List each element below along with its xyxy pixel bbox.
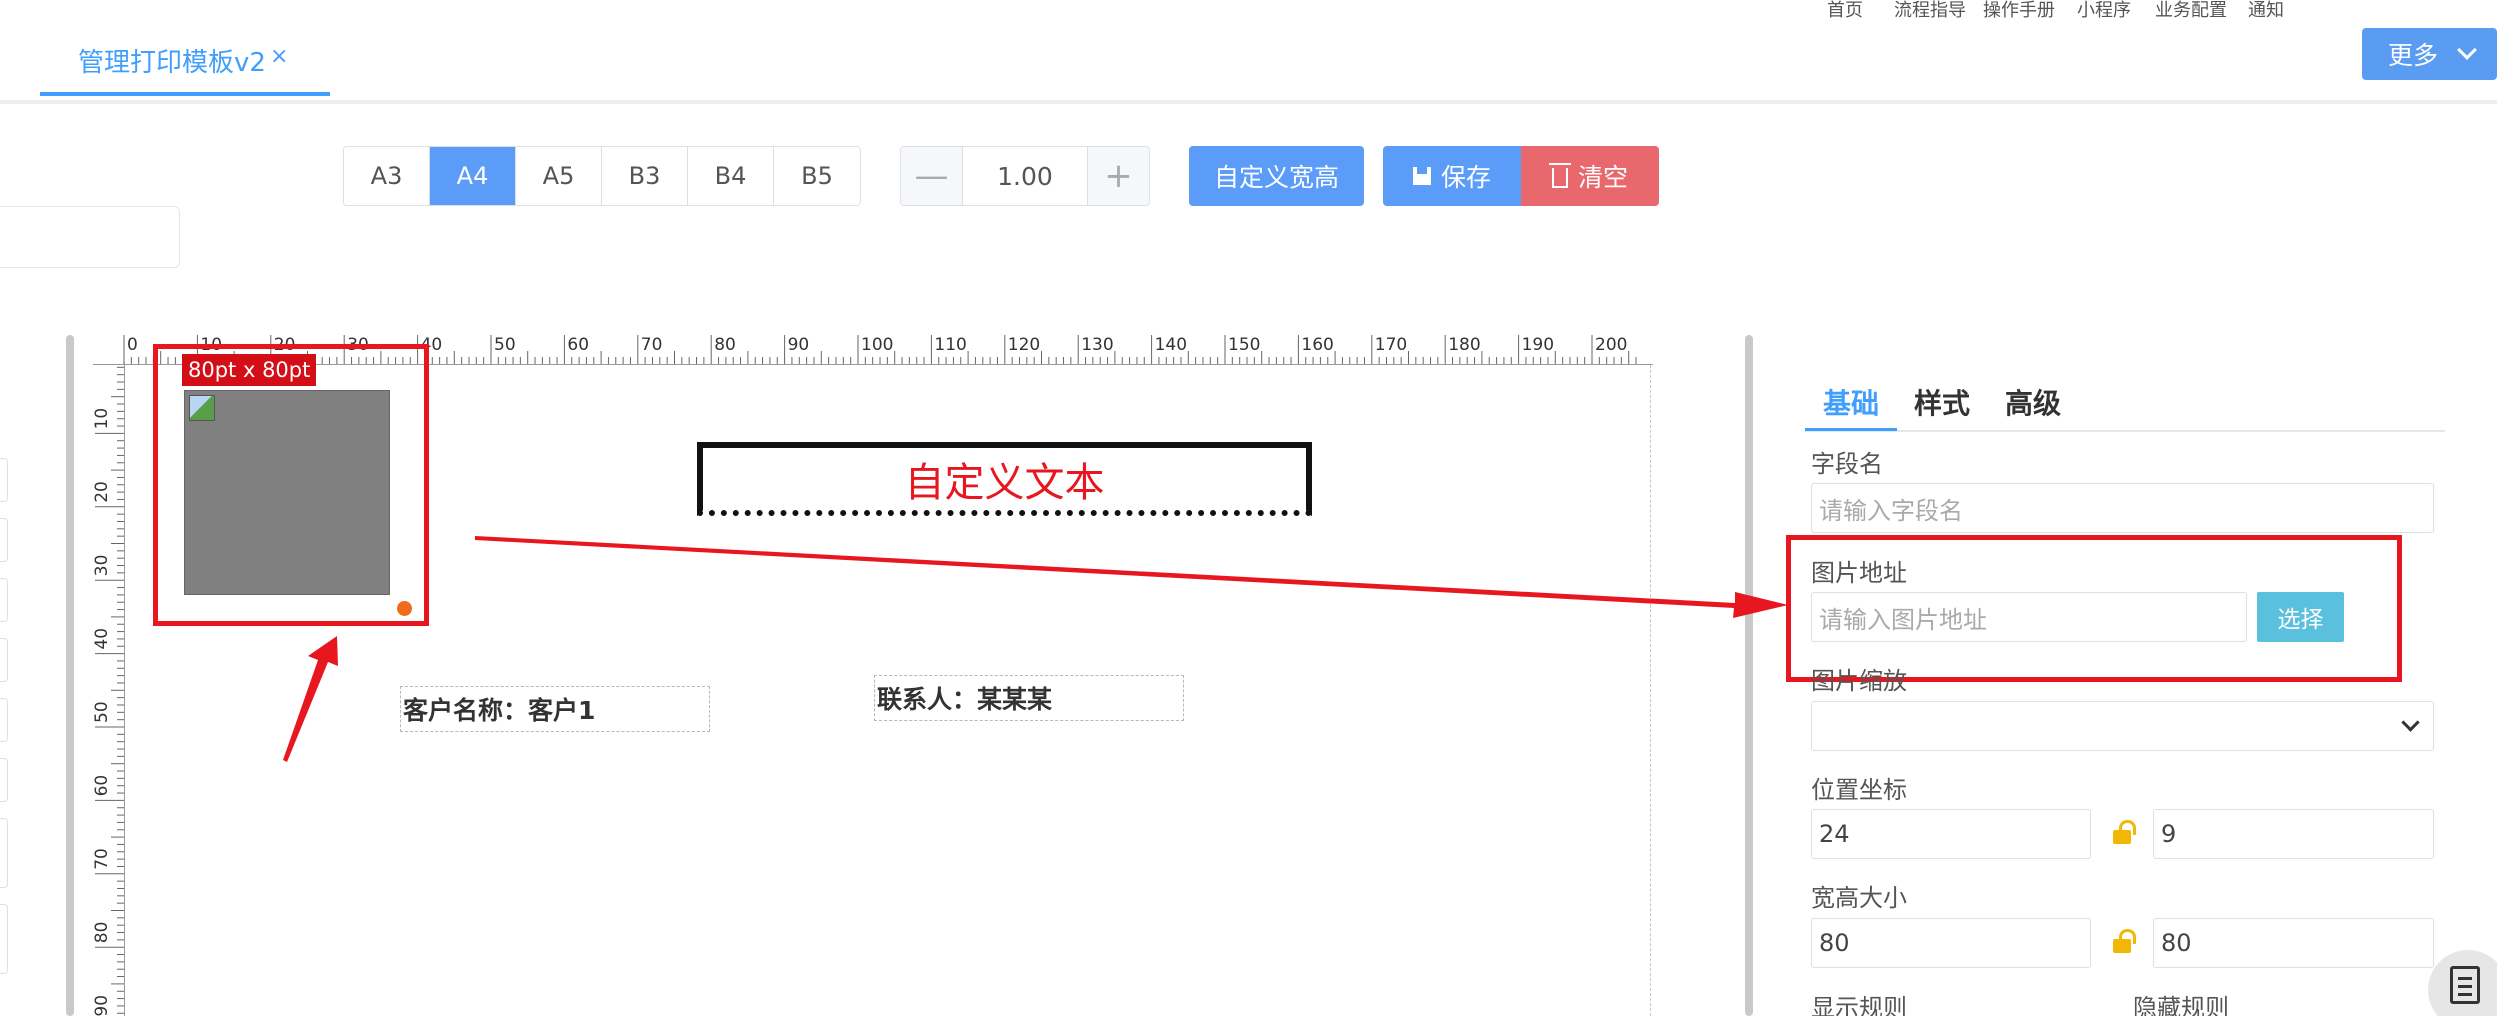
ruler-left-label: 90: [93, 995, 112, 1016]
trash-icon: [1548, 163, 1571, 188]
show-rule-label: 显示规则: [1811, 994, 1907, 1016]
contact-field[interactable]: 联系人：某某某: [874, 675, 1184, 721]
custom-text-element[interactable]: 自定义文本: [697, 442, 1312, 516]
ruler-top-label: 80: [714, 335, 736, 355]
position-label: 位置坐标: [1811, 776, 1907, 804]
ruler-top-label: 170: [1375, 335, 1407, 355]
ruler-left-label: 80: [93, 922, 112, 944]
more-button-label: 更多: [2388, 41, 2439, 70]
image-url-input[interactable]: 请输入图片地址: [1811, 592, 2247, 642]
left-panel-item[interactable]: [0, 458, 8, 502]
ruler-left-label: 50: [93, 701, 112, 723]
ruler-top-label: 180: [1448, 335, 1480, 355]
field-name-input[interactable]: 请输入字段名: [1811, 483, 2434, 533]
clear-button[interactable]: 清空: [1521, 146, 1659, 206]
paper-b3-button[interactable]: B3: [602, 147, 688, 205]
chevron-down-icon: [2401, 713, 2420, 732]
zoom-decrease-button[interactable]: —: [901, 147, 963, 205]
top-link-miniprogram[interactable]: 小程序: [2077, 0, 2131, 22]
position-x-input[interactable]: 24: [1811, 809, 2091, 859]
left-search-input[interactable]: [0, 206, 180, 268]
size-label: 宽高大小: [1811, 884, 1907, 912]
save-button-label: 保存: [1440, 163, 1491, 192]
custom-size-button[interactable]: 自定义宽高: [1189, 146, 1364, 206]
top-link-home[interactable]: 首页: [1827, 0, 1863, 22]
left-panel-item[interactable]: [0, 578, 8, 622]
ruler-left-label: 40: [93, 628, 112, 650]
left-panel-item[interactable]: [0, 758, 8, 802]
document-icon: [2450, 966, 2480, 1004]
more-button[interactable]: 更多: [2362, 28, 2497, 80]
top-link-guide[interactable]: 流程指导: [1894, 0, 1966, 22]
image-fit-select[interactable]: [1811, 701, 2434, 751]
ruler-top-label: 50: [494, 335, 516, 355]
ruler-top-label: 100: [861, 335, 893, 355]
customer-name-field[interactable]: 客户名称：客户1: [400, 686, 710, 732]
selection-box[interactable]: [153, 344, 429, 626]
top-link-notice[interactable]: 通知: [2248, 0, 2284, 22]
paper-a3-button[interactable]: A3: [344, 147, 430, 205]
save-button[interactable]: 保存: [1383, 146, 1521, 206]
paper-b4-button[interactable]: B4: [688, 147, 774, 205]
active-tab-indicator: [1805, 428, 1897, 431]
ruler-left-label: 30: [93, 555, 112, 577]
paper-size-group: A3 A4 A5 B3 B4 B5: [343, 146, 861, 206]
lock-icon[interactable]: [2113, 820, 2136, 844]
paper-b5-button[interactable]: B5: [774, 147, 860, 205]
ruler-top-label: 160: [1301, 335, 1333, 355]
top-link-manual[interactable]: 操作手册: [1983, 0, 2055, 22]
left-panel-item[interactable]: [0, 518, 8, 562]
zoom-stepper: — 1.00 +: [900, 146, 1150, 206]
ruler-top-label: 0: [127, 335, 138, 355]
ruler-top-label: 70: [641, 335, 663, 355]
clear-button-label: 清空: [1577, 163, 1628, 192]
ruler-top-label: 90: [788, 335, 810, 355]
zoom-increase-button[interactable]: +: [1087, 147, 1149, 205]
ruler-left-label: 70: [93, 848, 112, 870]
resize-handle[interactable]: [397, 601, 412, 616]
right-scrollbar[interactable]: [1745, 335, 1753, 1016]
ruler-left-label: 20: [93, 481, 112, 503]
ruler-left-label: 10: [93, 408, 112, 430]
tab-style[interactable]: 样式: [1914, 382, 1970, 422]
save-icon: [1412, 167, 1431, 185]
document-button[interactable]: [2428, 950, 2497, 1016]
ruler-top-label: 120: [1008, 335, 1040, 355]
lock-icon[interactable]: [2113, 929, 2136, 953]
chevron-down-icon: [2457, 40, 2477, 60]
ruler-top-label: 200: [1595, 335, 1627, 355]
left-panel-item[interactable]: [0, 818, 8, 888]
ruler-top-label: 130: [1081, 335, 1113, 355]
left-panel-item[interactable]: [0, 904, 8, 974]
select-image-button[interactable]: 选择: [2257, 592, 2344, 642]
tab-print-template[interactable]: 管理打印模板v2 ×: [40, 30, 330, 96]
zoom-input[interactable]: 1.00: [963, 147, 1087, 205]
hide-rule-label: 隐藏规则: [2133, 994, 2229, 1016]
position-y-input[interactable]: 9: [2153, 809, 2434, 859]
ruler-top-label: 150: [1228, 335, 1260, 355]
ruler-top-label: 190: [1522, 335, 1554, 355]
height-input[interactable]: 80: [2153, 918, 2434, 968]
width-input[interactable]: 80: [1811, 918, 2091, 968]
tab-basic[interactable]: 基础: [1823, 382, 1879, 422]
paper-a4-button[interactable]: A4: [430, 147, 516, 205]
field-name-label: 字段名: [1811, 450, 1883, 478]
tab-label: 管理打印模板v2: [78, 48, 266, 78]
image-fit-label: 图片缩放: [1811, 667, 1907, 695]
size-tag: 80pt x 80pt: [182, 354, 317, 386]
left-panel-item[interactable]: [0, 698, 8, 742]
ruler-left-label: 60: [93, 775, 112, 797]
left-scrollbar[interactable]: [66, 335, 74, 1016]
top-link-business-config[interactable]: 业务配置: [2155, 0, 2227, 22]
ruler-top-label: 140: [1155, 335, 1187, 355]
ruler-top-label: 60: [567, 335, 589, 355]
left-panel-item[interactable]: [0, 638, 8, 682]
panel-tabs: 基础 样式 高级: [1805, 378, 2445, 432]
close-icon[interactable]: ×: [270, 44, 288, 69]
tab-advanced[interactable]: 高级: [2005, 382, 2061, 422]
vertical-ruler: 10 20 30 40 50 60 70 80 90: [93, 362, 125, 1016]
image-url-label: 图片地址: [1811, 559, 1907, 587]
ruler-top-label: 110: [934, 335, 966, 355]
paper-a5-button[interactable]: A5: [516, 147, 602, 205]
